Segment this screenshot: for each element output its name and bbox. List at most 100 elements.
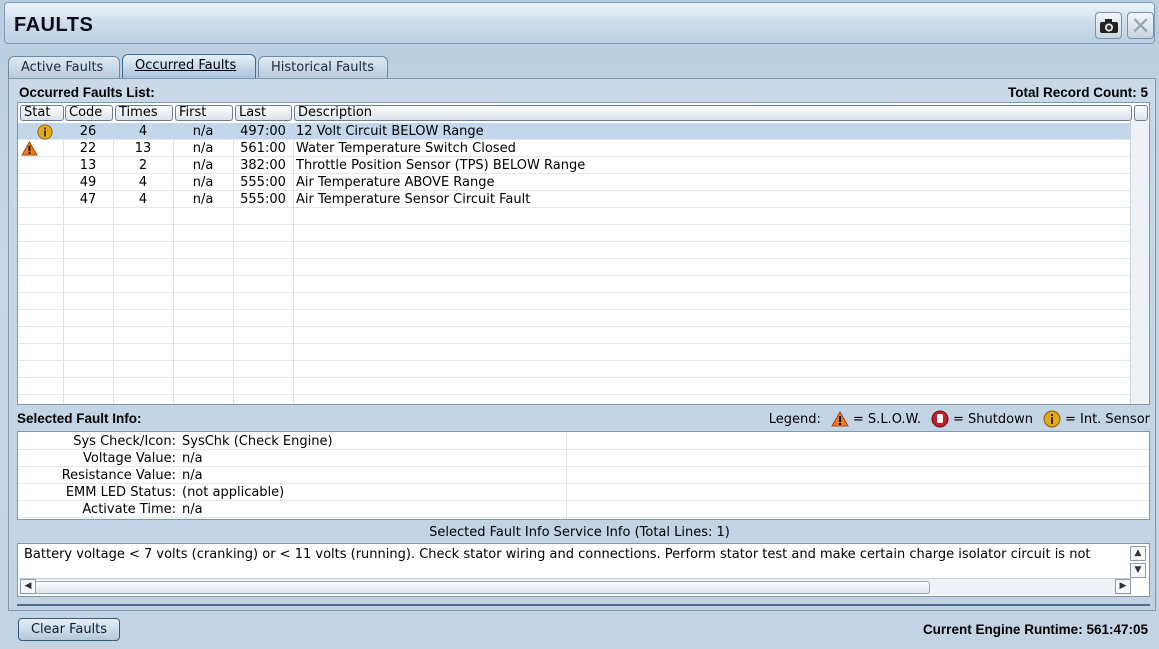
cell-last: 555:00 — [240, 192, 286, 207]
info-key: Activate Time: — [82, 502, 176, 517]
table-row[interactable]: 26 4 n/a 497:00 12 Volt Circuit BELOW Range — [18, 123, 1130, 140]
cell-description: Air Temperature Sensor Circuit Fault — [296, 192, 531, 207]
cell-stat — [18, 140, 63, 157]
title-bar: FAULTS ✕ — [4, 2, 1155, 44]
table-row[interactable]: 47 4 n/a 555:00 Air Temperature Sensor Circu… — [18, 191, 1130, 208]
legend: Legend: = S.L.O.W. = Shutdown = Int. Sen… — [769, 410, 1150, 428]
window-title: FAULTS — [14, 14, 94, 36]
scroll-up-button[interactable]: ▲ — [1130, 546, 1146, 561]
horizontal-scroll-thumb[interactable] — [35, 581, 930, 594]
table-row[interactable] — [18, 293, 1130, 310]
table-row[interactable] — [18, 344, 1130, 361]
tab-active-faults[interactable]: Active Faults — [8, 56, 120, 78]
info-value: n/a — [182, 451, 203, 466]
table-row[interactable] — [18, 208, 1130, 225]
cell-description: Water Temperature Switch Closed — [296, 141, 516, 156]
legend-label: Legend: — [768, 411, 821, 427]
footer-divider — [17, 604, 1150, 606]
table-row[interactable] — [18, 310, 1130, 327]
tab-occurred-faults-label: Occurred Faults — [135, 58, 237, 73]
col-header-first[interactable]: First — [175, 105, 233, 121]
cell-description: Air Temperature ABOVE Range — [296, 175, 495, 190]
cell-times: 4 — [138, 124, 148, 139]
info-value: SysChk (Check Engine) — [182, 434, 333, 449]
info-row: EMM LED Status: (not applicable) — [18, 484, 1149, 501]
slow-warning-icon — [831, 411, 849, 427]
cell-last: 561:00 — [240, 141, 286, 156]
service-info-text: Battery voltage < 7 volts (cranking) or … — [24, 547, 1091, 562]
table-row[interactable]: 13 2 n/a 382:00 Throttle Position Sensor (TP… — [18, 157, 1130, 174]
cell-last: 555:00 — [240, 175, 286, 190]
cell-code: 13 — [79, 158, 97, 173]
close-button[interactable]: ✕ — [1127, 11, 1154, 40]
info-row: Sys Check/Icon: SysChk (Check Engine) — [18, 433, 1149, 450]
legend-int-sensor: = Int. Sensor — [1064, 411, 1150, 427]
scroll-right-button[interactable]: ▶ — [1115, 579, 1131, 594]
scroll-left-button[interactable]: ◀ — [20, 579, 36, 594]
service-info-title: Selected Fault Info Service Info (Total … — [429, 525, 730, 540]
info-row: Voltage Value: n/a — [18, 450, 1149, 467]
cell-stat — [18, 174, 63, 191]
close-icon: ✕ — [1130, 11, 1151, 40]
info-key: EMM LED Status: — [65, 485, 176, 500]
table-row[interactable] — [18, 378, 1130, 395]
col-header-last[interactable]: Last — [235, 105, 292, 121]
col-header-stat[interactable]: Stat — [20, 105, 64, 121]
info-row: Activate Time: n/a — [18, 501, 1149, 518]
screenshot-button[interactable] — [1095, 12, 1122, 39]
col-header-extra — [1134, 105, 1148, 121]
cell-code: 22 — [79, 141, 97, 156]
int-sensor-icon — [1043, 410, 1061, 428]
info-key: Sys Check/Icon: — [73, 434, 176, 449]
cell-times: 2 — [138, 158, 148, 173]
cell-code: 47 — [79, 192, 97, 207]
total-record-count: Total Record Count: 5 — [1008, 85, 1148, 100]
cell-last: 497:00 — [240, 124, 286, 139]
camera-icon — [1099, 18, 1118, 33]
cell-first: n/a — [192, 158, 214, 173]
selected-fault-info-table: Sys Check/Icon: SysChk (Check Engine) Volt… — [17, 431, 1150, 520]
legend-shutdown: = Shutdown — [953, 411, 1033, 427]
tab-historical-faults[interactable]: Historical Faults — [258, 56, 388, 78]
cell-description: Throttle Position Sensor (TPS) BELOW Ran… — [296, 158, 586, 173]
faults-list-label: Occurred Faults List: — [19, 85, 155, 100]
info-key: Voltage Value: — [83, 451, 176, 466]
selected-fault-info-label: Selected Fault Info: — [17, 411, 142, 426]
cell-first: n/a — [192, 175, 214, 190]
table-row[interactable] — [18, 327, 1130, 344]
cell-code: 49 — [79, 175, 97, 190]
service-info-box[interactable]: Battery voltage < 7 volts (cranking) or … — [17, 543, 1150, 597]
service-horizontal-scrollbar[interactable]: ◀ ▶ — [19, 578, 1131, 595]
shutdown-icon — [931, 410, 949, 428]
cell-description: 12 Volt Circuit BELOW Range — [296, 124, 484, 139]
cell-first: n/a — [192, 124, 214, 139]
table-row[interactable] — [18, 361, 1130, 378]
col-header-description[interactable]: Description — [294, 105, 1132, 121]
table-row[interactable] — [18, 225, 1130, 242]
cell-stat — [18, 157, 63, 174]
table-row[interactable]: 22 13 n/a 561:00 Water Temperature Switch Cl… — [18, 140, 1130, 157]
info-value: (not applicable) — [182, 485, 285, 500]
table-row[interactable] — [18, 242, 1130, 259]
info-value: n/a — [182, 502, 203, 517]
tab-occurred-faults[interactable]: Occurred Faults — [122, 54, 256, 78]
table-row[interactable] — [18, 259, 1130, 276]
cell-code: 26 — [79, 124, 97, 139]
cell-times: 4 — [138, 192, 148, 207]
table-row[interactable] — [18, 276, 1130, 293]
table-vertical-scrollbar[interactable] — [1130, 121, 1149, 404]
faults-table[interactable]: Stat Code Times First Last Description 2… — [17, 102, 1150, 405]
info-key: Resistance Value: — [61, 468, 176, 483]
col-header-code[interactable]: Code — [65, 105, 113, 121]
cell-first: n/a — [192, 192, 214, 207]
info-row: Resistance Value: n/a — [18, 467, 1149, 484]
cell-stat — [18, 191, 63, 208]
clear-faults-button[interactable]: Clear Faults — [18, 618, 120, 641]
table-row[interactable]: 49 4 n/a 555:00 Air Temperature ABOVE Range — [18, 174, 1130, 191]
scroll-down-button[interactable]: ▼ — [1130, 563, 1146, 578]
table-header: Stat Code Times First Last Description — [18, 103, 1149, 121]
legend-slow: = S.L.O.W. — [852, 411, 922, 427]
engine-runtime: Current Engine Runtime: 561:47:05 — [922, 622, 1148, 637]
col-header-times[interactable]: Times — [115, 105, 173, 121]
cell-last: 382:00 — [240, 158, 286, 173]
